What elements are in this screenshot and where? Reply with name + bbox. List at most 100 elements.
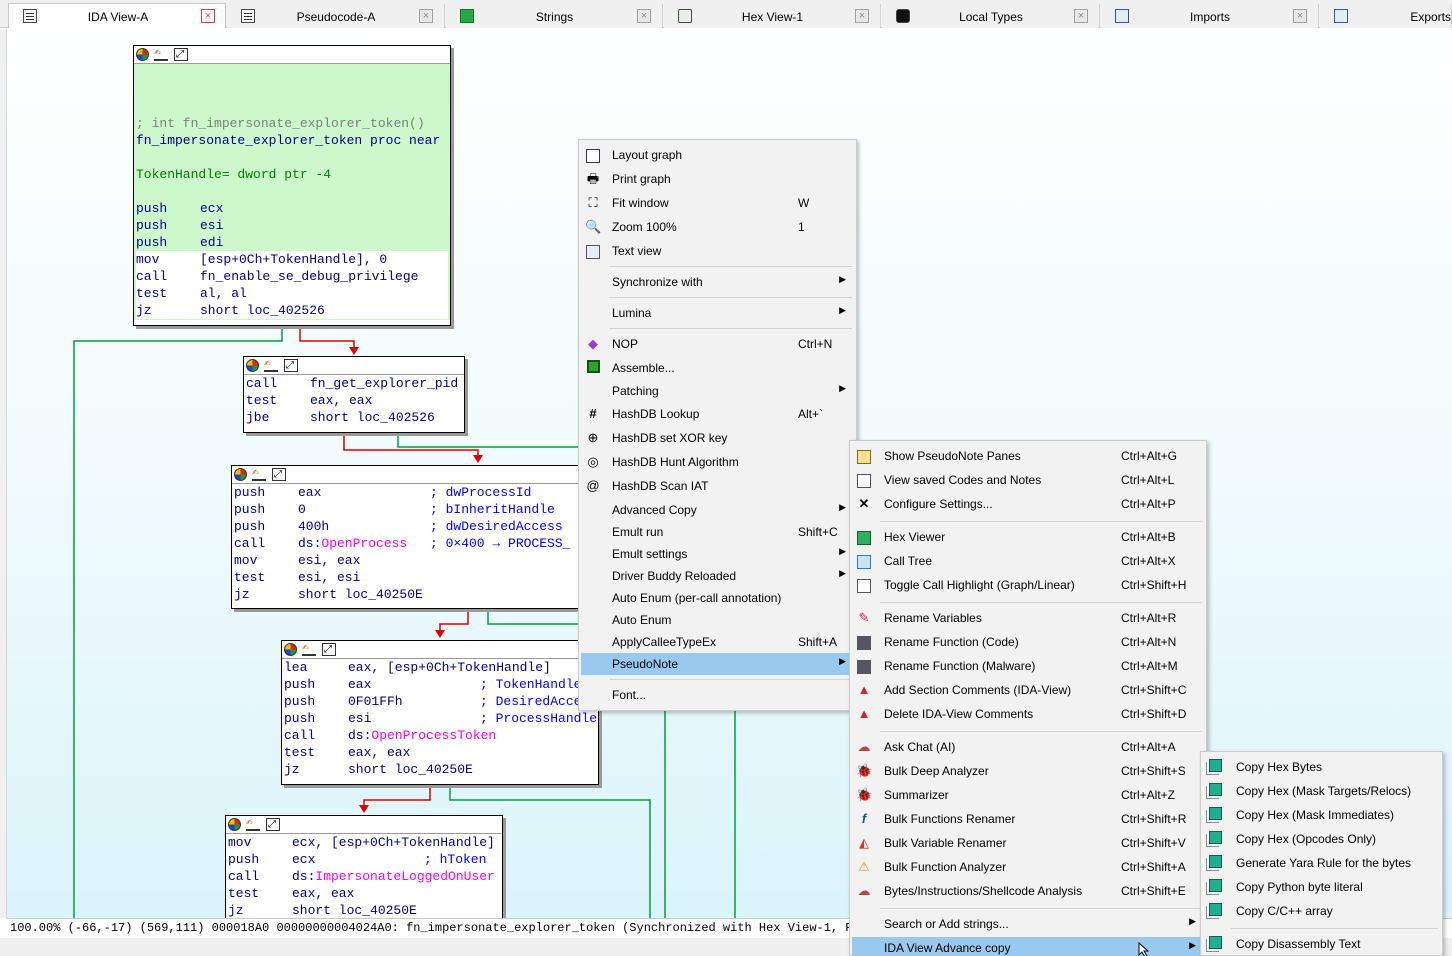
code-line[interactable]: push 0 ; bInheritHandle [234,501,580,518]
menu-item-copy-hex-mask-immediates[interactable]: Copy Hex (Mask Immediates) [1203,804,1440,826]
menu-item-rename-variables[interactable]: ✎ Rename Variables Ctrl+Alt+R [852,607,1204,629]
menu-item-bulk-function-analyzer[interactable]: ⚠ Bulk Function Analyzer Ctrl+Shift+A [852,856,1204,878]
menu-item-rename-function-code[interactable]: Rename Function (Code) Ctrl+Alt+N [852,631,1204,653]
menu-item-rename-function-malware[interactable]: Rename Function (Malware) Ctrl+Alt+M [852,655,1204,677]
rename-node-icon[interactable] [246,816,260,832]
menu-item-patching[interactable]: Patching ▶ [581,380,854,402]
code-line[interactable]: lea eax, [esp+0Ch+TokenHandle] [284,659,596,676]
import-name[interactable]: OpenProcess [321,536,407,551]
rename-node-icon[interactable] [252,466,266,482]
code-line[interactable] [136,149,448,166]
menu-item-bytes-instructions-shellcode-analysis[interactable]: ☁ Bytes/Instructions/Shellcode Analysis Ct… [852,880,1204,902]
menu-item-bulk-variable-renamer[interactable]: ◭ Bulk Variable Renamer Ctrl+Shift+V [852,832,1204,854]
code-line[interactable]: call ds:OpenProcess ; 0×400 → PROCESS_ [234,535,580,552]
graph-node-impersonate[interactable]: mov ecx, [esp+0Ch+TokenHandle] push ecx ; hT… [225,815,503,919]
node-color-icon[interactable] [246,359,259,372]
menu-item-lumina[interactable]: Lumina ▶ [581,302,854,324]
menu-item-copy-disassembly-text[interactable]: Copy Disassembly Text [1203,933,1440,955]
import-name[interactable]: ImpersonateLoggedOnUser [315,869,494,884]
menu-item-print-graph[interactable]: 🖶 Print graph [581,168,854,190]
menu-item-hex-viewer[interactable]: Hex Viewer Ctrl+Alt+B [852,526,1204,548]
code-line[interactable]: test esi, esi [234,569,580,586]
rename-node-icon[interactable] [154,46,168,62]
menu-item-pseudonote[interactable]: PseudoNote ▶ [581,653,854,675]
menu-item-ask-chat-ai[interactable]: ☁ Ask Chat (AI) Ctrl+Alt+A [852,736,1204,758]
menu-item-generate-yara-rule-for-the-bytes[interactable]: Generate Yara Rule for the bytes [1203,852,1440,874]
code-line[interactable] [136,183,448,200]
code-line[interactable]: push ecx ; hToken [228,851,500,868]
menu-item-bulk-functions-renamer[interactable]: f Bulk Functions Renamer Ctrl+Shift+R [852,808,1204,830]
menu-item-search-or-add-strings[interactable]: Search or Add strings... ▶ [852,913,1204,935]
code-line[interactable]: test eax, eax [284,744,596,761]
code-line[interactable]: ; int fn_impersonate_explorer_token() [136,115,448,132]
code-line[interactable]: call fn_enable_se_debug_privilege [136,268,448,285]
node-color-icon[interactable] [136,48,149,61]
code-line[interactable]: push edi [136,234,448,251]
group-nodes-icon[interactable] [174,47,188,64]
menu-item-auto-enum-per-call-annotation[interactable]: Auto Enum (per-call annotation) [581,587,854,609]
menu-item-layout-graph[interactable]: Layout graph [581,144,854,166]
menu-item-copy-c-c-array[interactable]: Copy C/C++ array [1203,900,1440,922]
menu-item-driver-buddy-reloaded[interactable]: Driver Buddy Reloaded ▶ [581,565,854,587]
graph-node-get-pid[interactable]: call fn_get_explorer_pidtest eax, eax jbe sh… [243,356,465,433]
menu-item-show-pseudonote-panes[interactable]: Show PseudoNote Panes Ctrl+Alt+G [852,445,1204,467]
menu-item-auto-enum[interactable]: Auto Enum [581,609,854,631]
group-nodes-icon[interactable] [272,467,286,484]
code-line[interactable]: jz short loc_40250E [228,902,500,918]
group-nodes-icon[interactable] [322,642,336,659]
node-color-icon[interactable] [228,818,241,831]
menu-item-zoom-100[interactable]: 🔍 Zoom 100% 1 [581,216,854,238]
menu-item-nop[interactable]: ◆ NOP Ctrl+N [581,333,854,355]
code-line[interactable]: TokenHandle= dword ptr -4 [136,166,448,183]
code-line[interactable]: call ds:ImpersonateLoggedOnUser [228,868,500,885]
code-line[interactable]: call ds:OpenProcessToken [284,727,596,744]
menu-item-bulk-deep-analyzer[interactable]: 🐞 Bulk Deep Analyzer Ctrl+Shift+S [852,760,1204,782]
menu-item-copy-python-byte-literal[interactable]: Copy Python byte literal [1203,876,1440,898]
code-line[interactable] [136,64,448,81]
graph-node-open-process-token[interactable]: lea eax, [esp+0Ch+TokenHandle] push eax ; To… [281,640,599,785]
code-line[interactable]: call fn_get_explorer_pid [246,375,462,392]
menu-item-add-section-comments-ida-view[interactable]: ▲ Add Section Comments (IDA-View) Ctrl+Shi… [852,679,1204,701]
code-line[interactable]: push esi ; ProcessHandle [284,710,597,727]
menu-item-summarizer[interactable]: 🐞 Summarizer Ctrl+Alt+Z [852,784,1204,806]
code-line[interactable]: push ecx [136,200,448,217]
menu-item-hashdb-lookup[interactable]: # HashDB Lookup Alt+` [581,403,854,425]
code-line[interactable]: jz short loc_402526 [136,302,448,319]
code-line[interactable]: jbe short loc_402526 [246,409,462,426]
menu-item-hashdb-hunt-algorithm[interactable]: ◎ HashDB Hunt Algorithm [581,451,854,473]
menu-item-font[interactable]: Font... [581,684,854,706]
code-line[interactable]: jz short loc_40250E [284,761,596,778]
node-disassembly[interactable]: ; int fn_impersonate_explorer_token() fn_… [134,64,450,320]
code-line[interactable]: test eax, eax [246,392,462,409]
menu-item-emult-settings[interactable]: Emult settings ▶ [581,543,854,565]
advance-copy-submenu[interactable]: Copy Hex Bytes Copy Hex (Mask Targets/Rel… [1200,751,1443,956]
menu-item-hashdb-scan-iat[interactable]: @ HashDB Scan IAT [581,475,854,497]
code-line[interactable]: test eax, eax [228,885,500,902]
code-line[interactable]: mov ecx, [esp+0Ch+TokenHandle] [228,834,500,851]
menu-item-text-view[interactable]: Text view [581,240,854,262]
node-disassembly[interactable]: lea eax, [esp+0Ch+TokenHandle] push eax ; To… [282,659,598,779]
menu-item-emult-run[interactable]: Emult run Shift+C [581,521,854,543]
menu-item-view-saved-codes-and-notes[interactable]: View saved Codes and Notes Ctrl+Alt+L [852,469,1204,491]
code-line[interactable]: mov [esp+0Ch+TokenHandle], 0 [136,251,448,268]
menu-item-configure-settings[interactable]: ✕ Configure Settings... Ctrl+Alt+P [852,493,1204,515]
menu-item-synchronize-with[interactable]: Synchronize with ▶ [581,271,854,293]
code-line[interactable]: push eax ; dwProcessId [234,484,580,501]
node-disassembly[interactable]: push eax ; dwProcessId push 0 ; bInheritHandl… [232,484,582,604]
import-name[interactable]: OpenProcessToken [371,728,496,743]
node-disassembly[interactable]: call fn_get_explorer_pid test eax, eax jbe sh… [244,375,464,427]
code-line[interactable]: push 400h ; dwDesiredAccess [234,518,580,535]
group-nodes-icon[interactable] [284,358,298,375]
pseudonote-submenu[interactable]: Show PseudoNote Panes Ctrl+Alt+G View save… [849,440,1207,956]
menu-item-toggle-call-highlight-graph-linear[interactable]: Toggle Call Highlight (Graph/Linear) Ctrl… [852,574,1204,596]
rename-node-icon[interactable] [264,357,278,373]
menu-item-delete-ida-view-comments[interactable]: ▲ Delete IDA-View Comments Ctrl+Shift+D [852,703,1204,725]
node-color-icon[interactable] [234,468,247,481]
code-line[interactable]: fn_impersonate_explorer_token proc near [136,132,448,149]
node-disassembly[interactable]: mov ecx, [esp+0Ch+TokenHandle] push ecx ; hT… [226,834,502,918]
code-line[interactable] [136,81,448,98]
code-line[interactable]: jz short loc_40250E [234,586,580,603]
menu-item-call-tree[interactable]: Call Tree Ctrl+Alt+X [852,550,1204,572]
menu-item-copy-hex-opcodes-only[interactable]: Copy Hex (Opcodes Only) [1203,828,1440,850]
graph-context-menu[interactable]: Layout graph 🖶 Print graph ⛶ Fit window W 🔍 Zoo… [578,139,857,711]
